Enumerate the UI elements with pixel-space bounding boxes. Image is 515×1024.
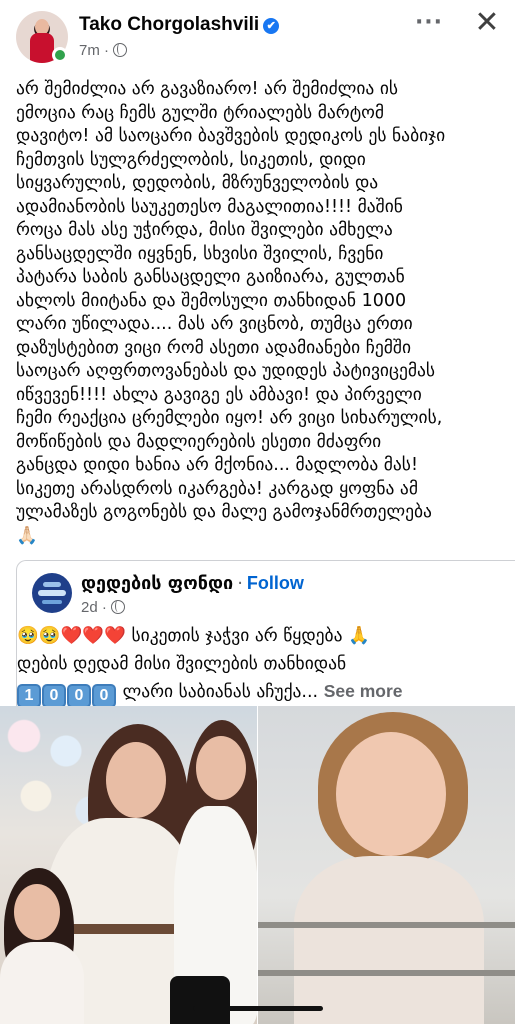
photo-mother-daughters[interactable] [0, 706, 257, 1024]
shared-page-avatar[interactable] [32, 573, 72, 613]
author-name[interactable]: Tako Chorgolashvili [79, 14, 259, 35]
follow-separator: · [237, 573, 243, 594]
post-body-text: არ შემიძლია არ გავაზიარო! არ შემიძლია ის… [16, 79, 446, 546]
post-time[interactable]: 7m [79, 42, 100, 59]
home-indicator[interactable] [193, 1006, 323, 1011]
figure-shape [0, 942, 84, 1024]
shared-post-card[interactable]: დედების ფონდი · Follow 2d · 🥹🥹❤️❤️❤️ სიკეთ… [16, 560, 515, 708]
follow-button[interactable]: Follow [247, 573, 304, 593]
keycap-digit: 0 [67, 684, 91, 708]
shared-line-3: 1000 ლარი საბიანას აჩუქა... See more [17, 678, 497, 708]
shared-post-time[interactable]: 2d [81, 599, 98, 616]
shared-post-meta: 2d · [81, 599, 126, 616]
post-header: Tako Chorgolashvili ✔ 7m · ··· ✕ [0, 0, 515, 66]
post-meta: 7m · [79, 42, 128, 59]
more-options-button[interactable]: ··· [414, 10, 444, 40]
keycap-digit: 1 [17, 684, 41, 708]
face-shape [106, 742, 166, 818]
skirt-shape [170, 976, 230, 1024]
sweater-shape [294, 856, 484, 1024]
shared-page-name[interactable]: დედების ფონდი [81, 573, 233, 594]
shared-line-3-text: ლარი საბიანას აჩუქა... [117, 682, 319, 702]
shared-post-text: 🥹🥹❤️❤️❤️ სიკეთის ჯაჭვი არ წყდება 🙏 დების… [17, 623, 497, 708]
online-status-dot [52, 47, 68, 63]
shared-line-2: დების დედამ მისი შვილების თანხიდან [17, 653, 347, 674]
verified-badge-icon: ✔ [263, 18, 280, 34]
keycap-digit: 0 [42, 684, 66, 708]
rail-shape [258, 970, 515, 976]
globe-icon [111, 600, 126, 614]
author-name-row[interactable]: Tako Chorgolashvili ✔ [79, 14, 280, 36]
belt-shape [66, 924, 176, 934]
face-shape [336, 732, 446, 856]
keycap-digit: 0 [92, 684, 116, 708]
close-button[interactable]: ✕ [472, 8, 502, 38]
shared-line-1: 🥹🥹❤️❤️❤️ სიკეთის ჯაჭვი არ წყდება 🙏 [17, 626, 370, 646]
shared-page-header: დედების ფონდი · Follow [81, 573, 304, 594]
meta-separator: · [104, 42, 110, 59]
photo-toddler[interactable] [258, 706, 515, 1024]
see-more-link[interactable]: See more [324, 681, 403, 701]
globe-icon [113, 43, 128, 57]
rail-shape [258, 922, 515, 928]
face-shape [196, 736, 246, 800]
face-shape [14, 884, 60, 940]
